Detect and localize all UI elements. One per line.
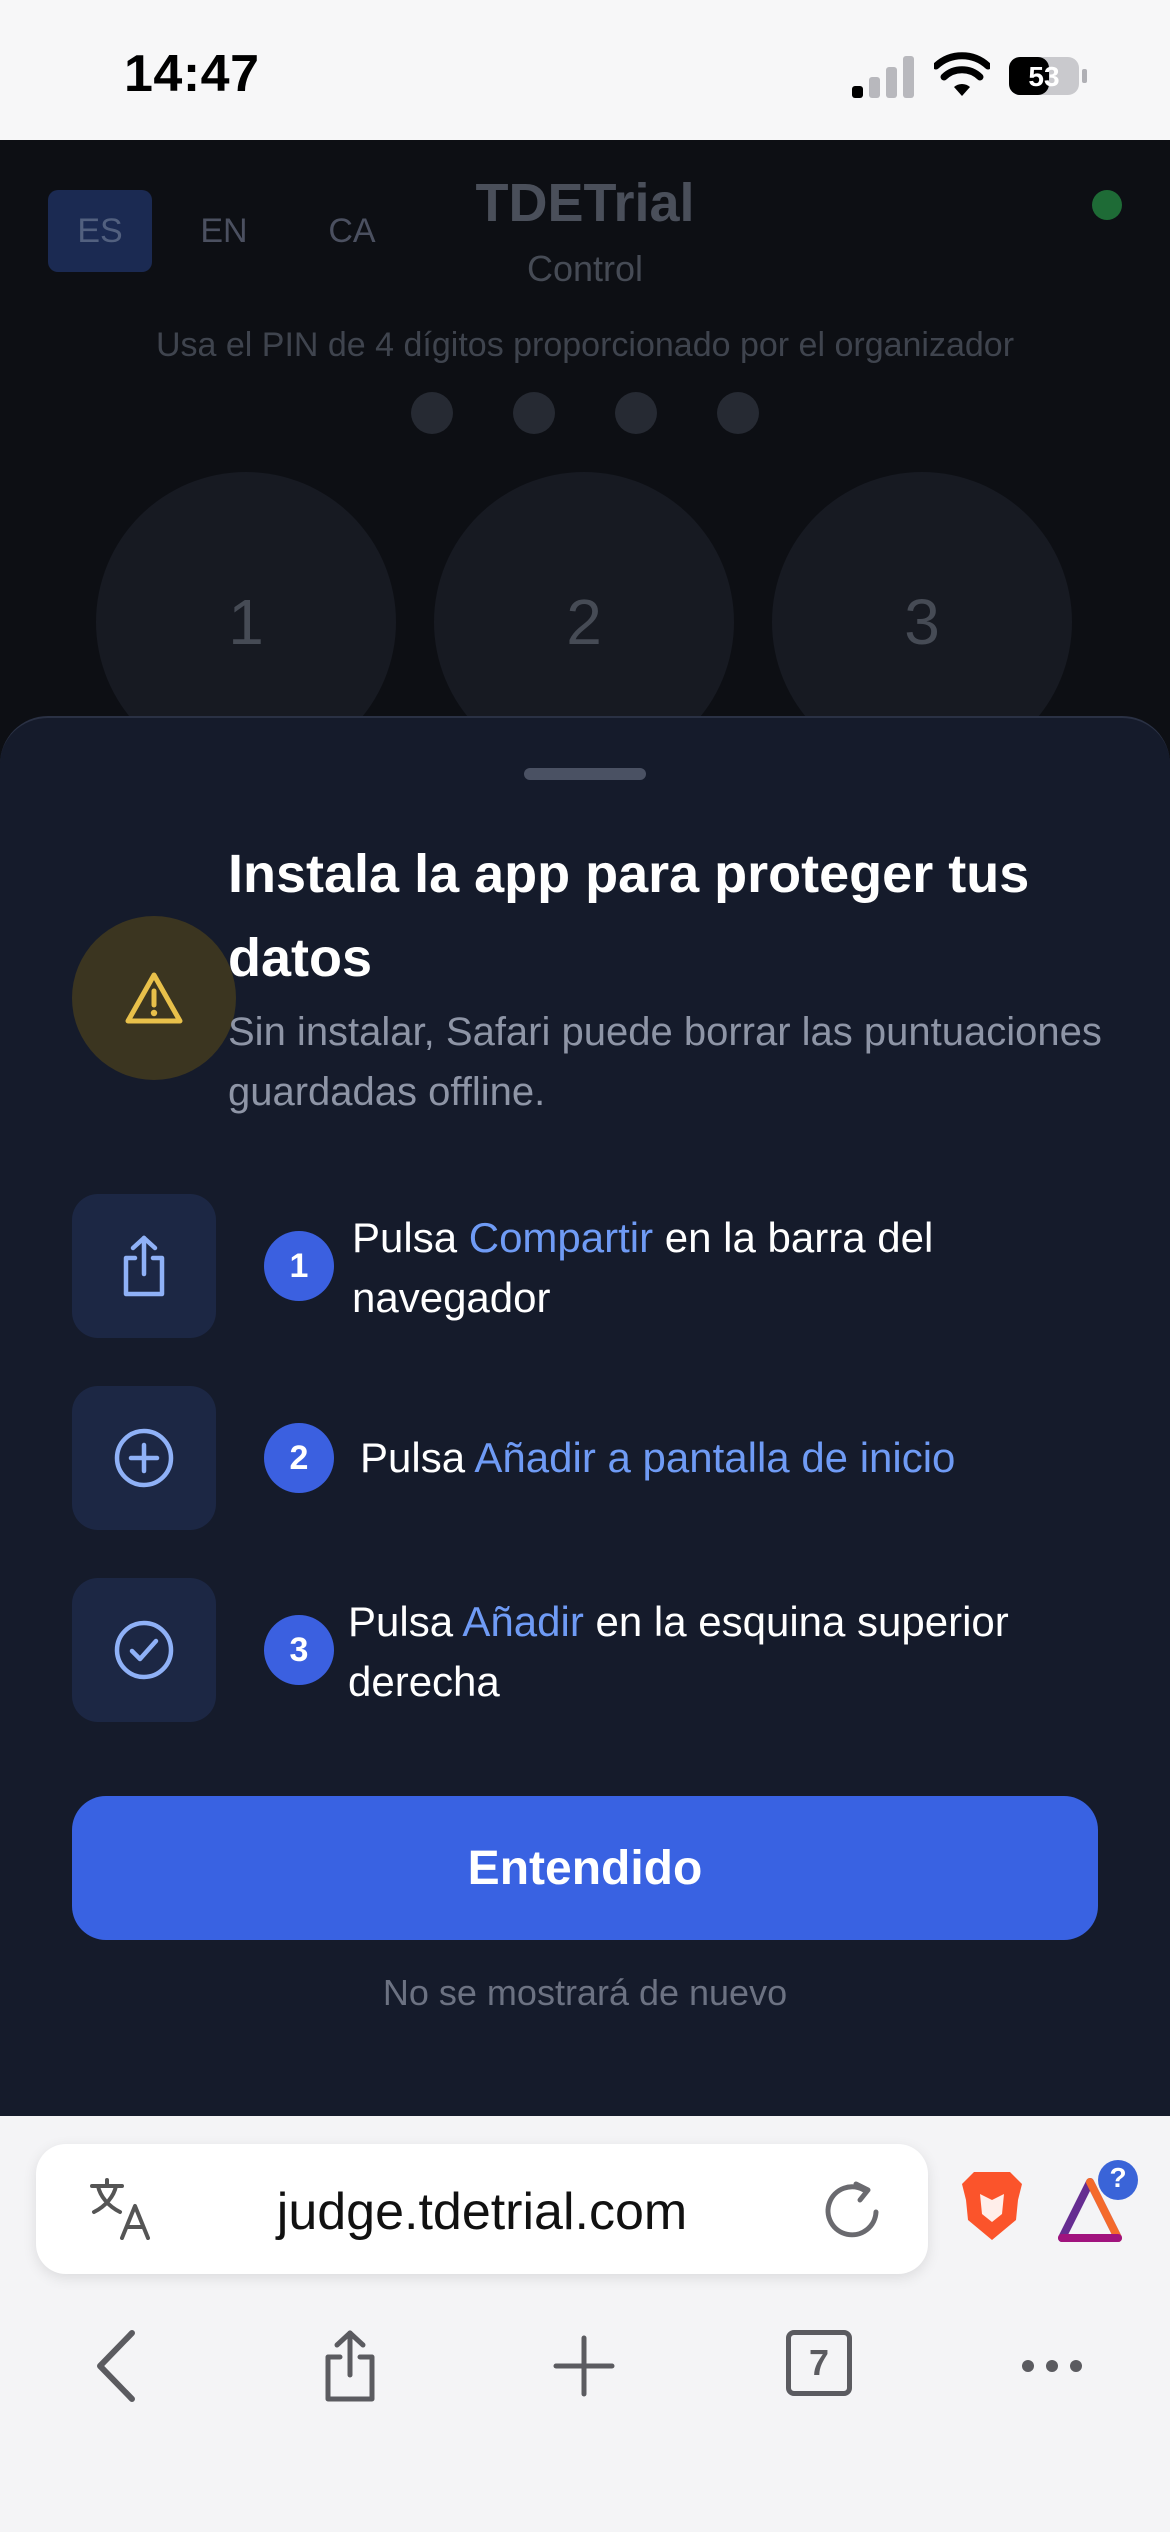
dismiss-note: No se mostrará de nuevo: [382, 1972, 788, 2013]
install-sheet: Instala la app para proteger tus datos S…: [0, 716, 1170, 2116]
step-3-prefix: Pulsa: [348, 1598, 463, 1645]
step-2-icon-tile: [72, 1386, 216, 1530]
confirm-button[interactable]: Entendido: [72, 1796, 1098, 1940]
step-2-number: 2: [264, 1423, 334, 1493]
back-button[interactable]: [66, 2316, 166, 2416]
chevron-left-icon: [97, 2330, 135, 2402]
share-icon: [123, 1235, 165, 1297]
screen: 14:47 53 ES EN CA TDETrial Control Usa e…: [0, 0, 1170, 2532]
step-1-icon-tile: [72, 1194, 216, 1338]
pin-digit-indicator: [513, 392, 555, 434]
wifi-icon: [934, 52, 990, 96]
step-2-highlight: Añadir a pantalla de inicio: [474, 1434, 956, 1481]
address-bar[interactable]: judge.tdetrial.com: [36, 2144, 928, 2274]
step-3-number: 3: [264, 1615, 334, 1685]
step-2-text: Pulsa Añadir a pantalla de inicio: [360, 1428, 1140, 1488]
step-1-number: 1: [264, 1231, 334, 1301]
step-3-text: Pulsa Añadir en la esquina superior dere…: [348, 1592, 1128, 1712]
add-circle-icon: [114, 1428, 174, 1488]
cellular-signal-icon: [852, 56, 914, 98]
plus-icon: [553, 2335, 615, 2397]
step-1-prefix: Pulsa: [352, 1214, 469, 1261]
sheet-title: Instala la app para proteger tus datos: [228, 844, 1030, 988]
reload-icon[interactable]: [820, 2178, 886, 2242]
warning-badge: [72, 916, 236, 1080]
step-1-highlight: Compartir: [468, 1214, 654, 1261]
new-tab-button[interactable]: [534, 2316, 634, 2416]
battery-icon: 53: [1009, 57, 1087, 95]
more-button[interactable]: [1002, 2316, 1102, 2416]
browser-toolbar: judge.tdetrial.com ? 7: [0, 2116, 1170, 2532]
rewards-button[interactable]: ?: [1056, 2158, 1146, 2248]
connection-status-dot: [1092, 190, 1122, 220]
pin-digit-indicator: [615, 392, 657, 434]
sheet-description: Sin instalar, Safari puede borrar las pu…: [228, 1010, 1102, 1114]
warning-icon: [125, 972, 183, 1024]
status-bar: 14:47 53: [0, 0, 1170, 140]
tabs-button[interactable]: 7: [786, 2330, 852, 2396]
share-button[interactable]: [300, 2316, 400, 2416]
step-1-text: Pulsa Compartir en la barra del navegado…: [352, 1208, 1112, 1328]
more-dots-icon: [1022, 2360, 1082, 2372]
step-2-prefix: Pulsa: [360, 1434, 475, 1481]
sheet-grabber[interactable]: [524, 768, 646, 780]
app-title: TDETrial: [475, 173, 695, 233]
check-circle-icon: [114, 1620, 174, 1680]
rewards-badge: ?: [1109, 2162, 1127, 2193]
pin-hint: Usa el PIN de 4 dígitos proporcionado po…: [155, 326, 1015, 364]
app-subtitle: Control: [526, 248, 644, 289]
status-time: 14:47: [124, 45, 260, 103]
battery-indicator: 53: [1008, 56, 1088, 96]
step-3-icon-tile: [72, 1578, 216, 1722]
url-text[interactable]: judge.tdetrial.com: [36, 2182, 928, 2242]
pin-digit-indicator: [717, 392, 759, 434]
share-icon: [325, 2330, 375, 2402]
brave-shields-icon[interactable]: [960, 2170, 1024, 2242]
step-3-highlight: Añadir: [462, 1598, 584, 1645]
pin-digit-indicator: [411, 392, 453, 434]
battery-level: 53: [1028, 61, 1059, 92]
